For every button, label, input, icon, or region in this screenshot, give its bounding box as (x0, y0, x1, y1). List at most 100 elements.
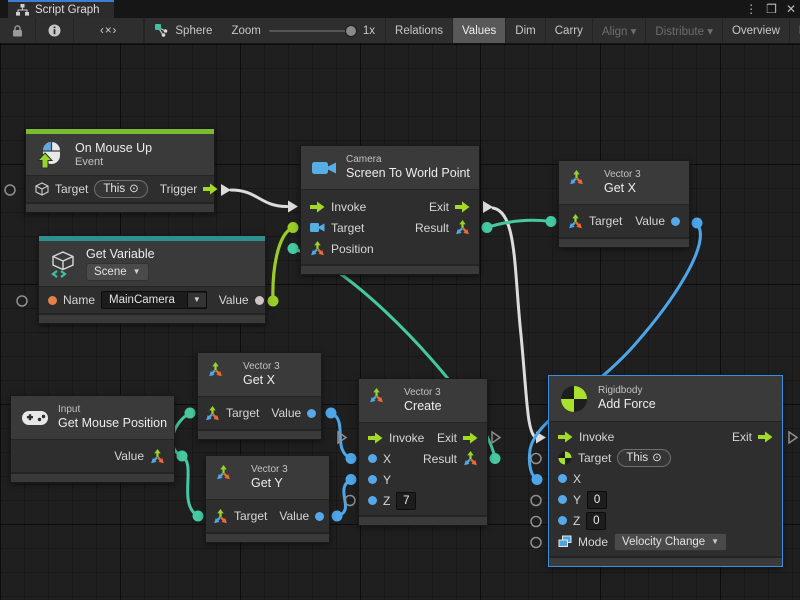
vector3-port-icon[interactable] (455, 220, 470, 235)
control-input-icon[interactable] (368, 432, 383, 444)
wire-endpoint (177, 451, 188, 462)
wire-endpoint (288, 222, 299, 233)
node-vector3-get-x-top[interactable]: Vector 3 Get X Target Value (558, 160, 690, 248)
enum-windows-icon[interactable] (558, 535, 572, 548)
float-input-port[interactable] (368, 496, 377, 505)
rigidbody-port-icon[interactable] (558, 451, 572, 465)
object-output-port[interactable] (255, 296, 264, 305)
port-label-value: Value (635, 214, 665, 228)
port-label-y: Y (573, 493, 581, 507)
z-value-field[interactable]: 0 (586, 512, 606, 530)
float-input-port[interactable] (368, 475, 377, 484)
node-vector3-create[interactable]: Vector 3 Create Invoke Exit X Result (358, 378, 488, 526)
camera-port-icon[interactable] (310, 222, 325, 233)
float-output-port[interactable] (671, 217, 680, 226)
chevron-down-icon: ▼ (711, 535, 719, 549)
target-this-selector[interactable]: This⊙ (617, 449, 670, 467)
port-label-exit: Exit (429, 200, 449, 214)
tab-title: Script Graph (35, 4, 100, 16)
chevron-down-icon: ▼ (133, 265, 141, 279)
node-on-mouse-up[interactable]: On Mouse Up Event Target This⊙ Trigger (25, 128, 215, 213)
zoom-control: Zoom 1x (221, 18, 386, 43)
variable-scope-dropdown[interactable]: Scene▼ (86, 263, 149, 281)
node-get-mouse-position[interactable]: Input Get Mouse Position Value (10, 395, 175, 483)
node-category: Input (58, 404, 164, 415)
node-vector3-get-x-mid[interactable]: Vector 3 Get X Target Value (197, 352, 322, 440)
port-label-target: Target (578, 451, 611, 465)
window-close-icon[interactable]: ✕ (786, 0, 796, 18)
node-vector3-get-y[interactable]: Vector 3 Get Y Target Value (205, 455, 330, 543)
wire-endpoint (346, 474, 357, 485)
tab-script-graph[interactable]: Script Graph (8, 0, 114, 18)
graph-context-button[interactable]: Sphere (145, 18, 221, 43)
toolbar-button-values[interactable]: Values (453, 18, 506, 43)
lock-icon[interactable] (0, 18, 36, 43)
node-category: Vector 3 (404, 387, 442, 398)
info-icon[interactable] (36, 18, 74, 43)
toolbar-button-carry[interactable]: Carry (546, 18, 593, 43)
node-add-force[interactable]: Rigidbody Add Force Invoke Exit Target T… (548, 375, 783, 567)
y-value-field[interactable]: 0 (587, 491, 607, 509)
port-label-mode: Mode (578, 535, 608, 549)
zoom-level: 1x (363, 25, 375, 37)
float-input-port[interactable] (368, 454, 377, 463)
vector3-port-icon[interactable] (568, 214, 583, 229)
node-screen-to-world-point[interactable]: Camera Screen To World Point Invoke Exit… (300, 145, 480, 275)
wire-endpoint (268, 296, 279, 307)
float-output-port[interactable] (315, 512, 324, 521)
vector3-port-icon[interactable] (150, 449, 165, 464)
zoom-label: Zoom (231, 25, 260, 37)
gameobject-cube-icon[interactable] (35, 182, 49, 196)
port-label-position: Position (331, 242, 374, 256)
port-label-z: Z (383, 494, 390, 508)
zoom-slider-handle[interactable] (345, 25, 357, 37)
toolbar-button-relations[interactable]: Relations (386, 18, 453, 43)
code-brackets-icon[interactable]: ‹×› (74, 18, 144, 43)
toolbar-button-fullscreen[interactable]: Full Screen (790, 18, 800, 43)
node-get-variable[interactable]: Get Variable Scene▼ Name MainCamera▼ Val… (38, 235, 266, 324)
vector3-port-icon[interactable] (205, 406, 220, 421)
object-picker-icon: ⊙ (129, 182, 139, 196)
wire-endpoint (193, 511, 204, 522)
string-port[interactable] (48, 296, 57, 305)
wire-endpoint (346, 453, 357, 464)
wire-endpoint (326, 408, 337, 419)
control-output-icon[interactable] (203, 183, 218, 195)
wire-endpoint (490, 453, 501, 464)
vector3-port-icon[interactable] (310, 241, 325, 256)
port-label-invoke: Invoke (331, 200, 366, 214)
wire-endpoint (185, 408, 196, 419)
float-input-port[interactable] (558, 495, 567, 504)
control-output-icon[interactable] (463, 432, 478, 444)
float-output-port[interactable] (307, 409, 316, 418)
wire-endpoint (692, 218, 703, 229)
target-this-selector[interactable]: This⊙ (94, 180, 147, 198)
vector3-port-icon[interactable] (213, 509, 228, 524)
vector3-port-icon[interactable] (463, 451, 478, 466)
toolbar-button-distribute[interactable]: Distribute ▾ (646, 18, 723, 43)
variable-name-dropdown[interactable]: MainCamera▼ (101, 291, 207, 309)
control-output-icon[interactable] (758, 431, 773, 443)
control-output-icon[interactable] (455, 201, 470, 213)
toolbar-button-dim[interactable]: Dim (506, 18, 545, 43)
zoom-slider[interactable] (269, 30, 355, 32)
mode-dropdown[interactable]: Velocity Change▼ (614, 533, 727, 551)
node-title: Get Y (251, 476, 288, 491)
port-label-target: Target (55, 182, 88, 196)
wire-endpoint (482, 222, 493, 233)
float-input-port[interactable] (558, 516, 567, 525)
port-label-exit: Exit (437, 431, 457, 445)
float-input-port[interactable] (558, 474, 567, 483)
z-value-field[interactable]: 7 (396, 492, 416, 510)
window-maximize-icon[interactable]: ❒ (766, 0, 777, 18)
control-input-icon[interactable] (558, 431, 573, 443)
port-label-y: Y (383, 473, 391, 487)
toolbar-button-overview[interactable]: Overview (723, 18, 790, 43)
port-label-exit: Exit (732, 430, 752, 444)
node-subtitle: Event (75, 157, 152, 168)
toolbar-button-align[interactable]: Align ▾ (593, 18, 647, 43)
wire-endpoint (288, 243, 299, 254)
control-input-icon[interactable] (310, 201, 325, 213)
node-category: Rigidbody (598, 385, 656, 396)
window-menu-icon[interactable]: ⋮ (745, 0, 757, 18)
